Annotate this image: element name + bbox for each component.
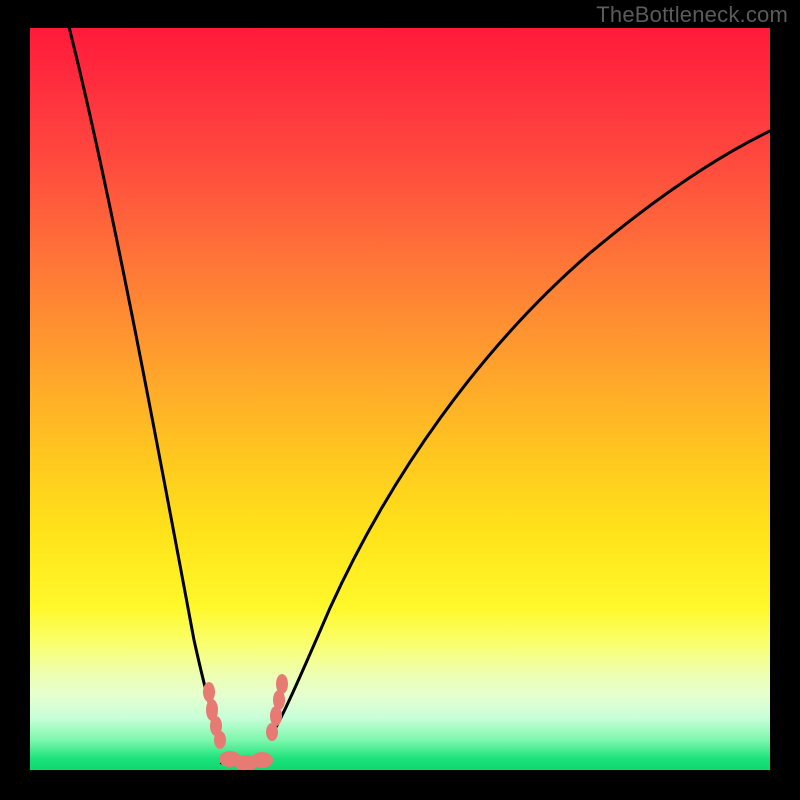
curve-left-branch: [68, 28, 220, 736]
curve-right-branch: [270, 130, 770, 738]
plot-area: [30, 28, 770, 770]
watermark-text: TheBottleneck.com: [596, 2, 788, 28]
chart-frame: TheBottleneck.com: [0, 0, 800, 800]
marker-valley-blob: [219, 751, 273, 770]
marker-cluster-left: [203, 682, 226, 749]
bottleneck-curve: [30, 28, 770, 770]
